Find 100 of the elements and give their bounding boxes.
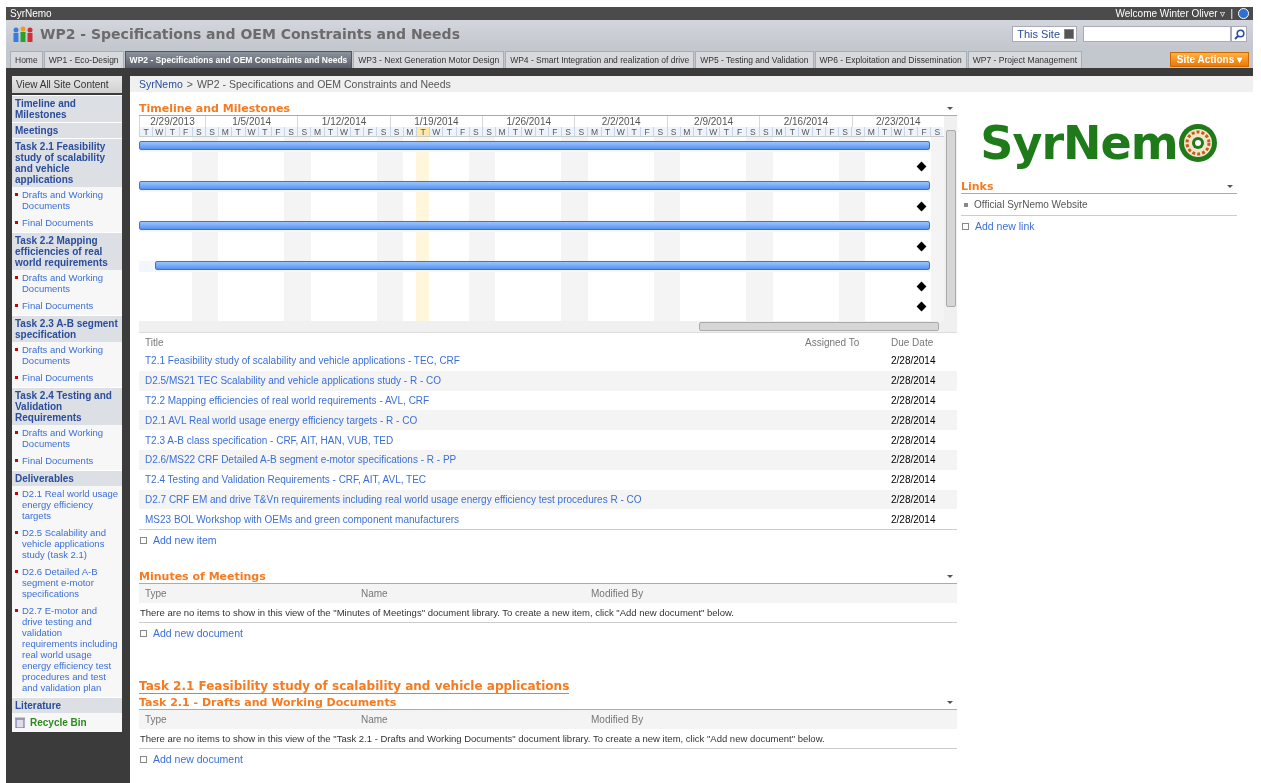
day-label: F [732, 127, 746, 136]
caret-icon [1064, 29, 1074, 39]
milestone-icon[interactable] [916, 281, 927, 292]
breadcrumb-current: WP2 - Specifications and OEM Constraints and Needs [196, 78, 451, 90]
task-link[interactable]: T2.2 Mapping efficiencies of real world requirements - AVL, CRF [145, 395, 805, 406]
nav-tab[interactable]: WP3 - Next Generation Motor Design [353, 51, 505, 68]
task-link[interactable]: D2.6/MS22 CRF Detailed A-B segment e-motor specifications - R - PP [145, 454, 805, 466]
site-title: WP2 - Specifications and OEM Constraints and Needs [40, 26, 461, 42]
column-header[interactable]: Due Date [891, 336, 951, 348]
day-label: T [323, 127, 337, 136]
nav-heading[interactable]: Task 2.1 Feasibility study of scalability and vehicle applications [12, 138, 122, 187]
add-new-document-link[interactable]: Add new document [153, 753, 243, 766]
site-name[interactable]: SyrNemo [10, 8, 52, 19]
web-part-title[interactable]: Timeline and Milestones [139, 102, 290, 115]
web-part-title[interactable]: Links [961, 180, 994, 193]
website-link[interactable]: Official SyrNemo Website [974, 199, 1088, 210]
day-label: T [534, 127, 548, 136]
nav-heading[interactable]: Deliverables [12, 470, 122, 486]
task-link[interactable]: D2.5/MS21 TEC Scalability and vehicle applications study - R - CO [145, 375, 805, 387]
column-header[interactable]: Name [361, 714, 591, 726]
nav-tab[interactable]: WP2 - Specifications and OEM Constraints and Needs [124, 51, 353, 68]
nav-link[interactable]: Drafts and Working Documents [12, 342, 122, 370]
column-header[interactable]: Modified By [591, 588, 961, 600]
task-link[interactable]: MS23 BOL Workshop with OEMs and green component manufacturers [145, 513, 805, 525]
nav-link[interactable]: D2.5 Scalability and vehicle applications study (task 2.1) [12, 525, 122, 564]
day-label: T [692, 127, 707, 136]
view-all-site-content-link[interactable]: View All Site Content [12, 76, 122, 93]
add-new-document-link[interactable]: Add new document [153, 627, 243, 640]
nav-heading[interactable]: Task 2.2 Mapping efficiencies of real world requirements [12, 232, 122, 270]
task-link[interactable]: D2.1 AVL Real world usage energy efficiency targets - R - CO [145, 414, 805, 426]
nav-link[interactable]: Final Documents [12, 370, 122, 387]
add-new-link[interactable]: Add new link [975, 220, 1035, 232]
add-new-item-link[interactable]: Add new item [153, 534, 217, 547]
milestone-icon[interactable] [916, 201, 927, 212]
nav-link[interactable]: Final Documents [12, 453, 122, 470]
nav-link[interactable]: D2.6 Detailed A-B segment e-motor specifications [12, 564, 122, 603]
column-header[interactable]: Assigned To [805, 336, 891, 348]
nav-link[interactable]: Drafts and Working Documents [12, 270, 122, 298]
nav-tab[interactable]: WP6 - Exploitation and Dissemination [814, 51, 967, 68]
task-link[interactable]: T2.4 Testing and Validation Requirements - CRF, AIT, AVL, TEC [145, 474, 805, 486]
nav-tab[interactable]: WP1 - Eco-Design [43, 51, 124, 68]
day-label: S [561, 127, 575, 136]
due-date: 2/28/2014 [891, 414, 937, 426]
column-header[interactable]: Modified By [591, 714, 961, 726]
nav-tab[interactable]: WP7 - Project Management [967, 51, 1083, 68]
menu-caret-icon[interactable] [947, 701, 953, 705]
column-header[interactable]: Title [145, 336, 805, 348]
menu-caret-icon[interactable] [947, 575, 953, 579]
search-field[interactable] [1083, 26, 1231, 42]
due-date: 2/28/2014 [891, 434, 937, 446]
task-bar[interactable] [139, 181, 930, 191]
day-label: T [442, 127, 456, 136]
day-label: W [152, 127, 166, 136]
nav-heading[interactable]: Literature [12, 697, 122, 713]
milestone-icon[interactable] [916, 161, 927, 172]
search-scope-dropdown[interactable]: This Site [1012, 26, 1077, 42]
day-label: S [758, 127, 772, 136]
nav-link[interactable]: Final Documents [12, 215, 122, 232]
nav-tab[interactable]: WP5 - Testing and Validation [695, 51, 814, 68]
menu-caret-icon[interactable] [947, 107, 953, 110]
task-bar[interactable] [139, 141, 930, 151]
day-label: F [178, 127, 192, 136]
task-bar[interactable] [154, 260, 930, 270]
welcome-menu[interactable]: Welcome Winter Oliver ▿ [1115, 8, 1226, 19]
nav-heading[interactable]: Task 2.4 Testing and Validation Requirements [12, 387, 122, 425]
task-link[interactable]: T2.3 A-B class specification - CRF, AIT, HAN, VUB, TED [145, 434, 805, 446]
nav-link[interactable]: Final Documents [12, 298, 122, 315]
search-button[interactable] [1231, 26, 1247, 42]
day-label: S [745, 127, 759, 136]
milestone-icon[interactable] [916, 301, 927, 311]
vertical-scrollbar[interactable] [944, 116, 957, 321]
due-date: 2/28/2014 [891, 474, 937, 486]
bullet-icon [964, 202, 968, 207]
column-header[interactable]: Name [361, 588, 591, 600]
nav-heading[interactable]: Meetings [12, 122, 122, 138]
bin-icon [15, 717, 25, 728]
group-title[interactable]: Task 2.1 Feasibility study of scalability and vehicle applications [139, 679, 570, 695]
horizontal-scrollbar[interactable] [139, 321, 957, 332]
nav-tab[interactable]: Home [10, 51, 43, 68]
nav-heading[interactable]: Task 2.3 A-B segment specification [12, 315, 122, 342]
nav-tab[interactable]: WP4 - Smart Integration and realization of drive [505, 51, 695, 68]
nav-link[interactable]: Drafts and Working Documents [12, 187, 122, 215]
menu-caret-icon[interactable] [1227, 185, 1233, 188]
day-label: F [363, 127, 377, 136]
web-part-title[interactable]: Task 2.1 - Drafts and Working Documents [139, 696, 397, 710]
recycle-bin-link[interactable]: Recycle Bin [12, 713, 122, 732]
milestone-icon[interactable] [916, 241, 927, 252]
nav-link[interactable]: Drafts and Working Documents [12, 425, 122, 453]
column-header[interactable]: Type [145, 714, 361, 726]
web-part-title[interactable]: Minutes of Meetings [139, 570, 266, 584]
breadcrumb-link[interactable]: SyrNemo [139, 78, 183, 90]
nav-link[interactable]: D2.7 E-motor and drive testing and validation requirements including real world usage energy efficiency test procedures and test and validation plan [12, 603, 122, 697]
day-label: T [903, 127, 918, 136]
nav-link[interactable]: D2.1 Real world usage energy efficiency targets [12, 486, 122, 525]
column-header[interactable]: Type [145, 588, 361, 600]
task-link[interactable]: T2.1 Feasibility study of scalability and vehicle applications - TEC, CRF [145, 355, 805, 367]
task-link[interactable]: D2.7 CRF EM and drive T&Vn requirements including real world usage energy efficiency test procedures R - CO [145, 493, 805, 505]
help-icon[interactable] [1238, 8, 1249, 19]
nav-heading[interactable]: Timeline and Milestones [12, 95, 122, 122]
day-label: W [429, 127, 443, 136]
